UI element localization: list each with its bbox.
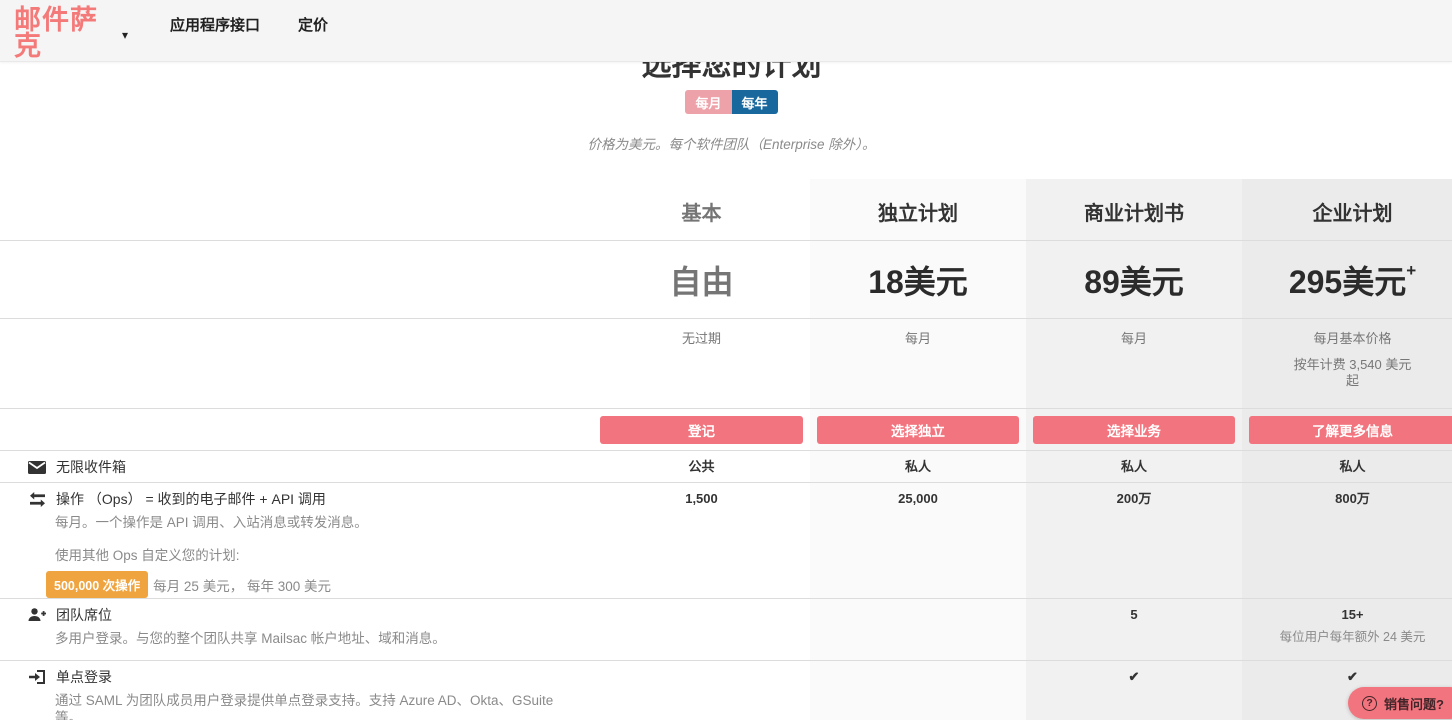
note-spacer [0, 319, 593, 408]
feature-title: 无限收件箱 [56, 459, 126, 475]
inboxes-basic: 公共 [688, 459, 715, 474]
cta-spacer [0, 409, 593, 450]
price-note-indie: 每月 [810, 319, 1026, 408]
ops-enterprise: 800万 [1242, 483, 1452, 598]
sign-in-icon [28, 670, 46, 684]
feature-title: 操作 （Ops） = 收到的电子邮件 + API 调用 [56, 491, 326, 507]
enterprise-learn-more-button[interactable]: 了解更多信息 [1249, 416, 1452, 444]
price-note-text: 无过期 [681, 331, 721, 346]
seats-basic [593, 599, 810, 660]
feature-header-cell [0, 179, 593, 240]
price-note-text: 每月基本价格 [1313, 331, 1392, 346]
ops-basic: 1,500 [685, 491, 718, 506]
plan-name-business: 商业计划书 [1026, 179, 1242, 240]
plan-name-enterprise: 企业计划 [1242, 179, 1452, 240]
toggle-monthly[interactable]: 每月 [685, 90, 732, 114]
price-note-text: 每月 [1120, 331, 1147, 346]
choose-business-button[interactable]: 选择业务 [1033, 416, 1235, 444]
sso-indie [810, 661, 1026, 720]
sales-chat-label: 销售问题? [1384, 696, 1444, 712]
signup-button[interactable]: 登记 [600, 416, 803, 444]
seats-enterprise-note: 每位用户每年额外 24 美元 [1279, 630, 1426, 644]
price-indie: 18美元 [810, 241, 1026, 318]
price-enterprise-plus: + [1406, 260, 1417, 280]
feature-row-ops: 操作 （Ops） = 收到的电子邮件 + API 调用 每月。一个操作是 API… [0, 482, 1452, 598]
price-note-enterprise: 每月基本价格 按年计费 3,540 美元起 [1242, 319, 1452, 408]
nav-item-pricing[interactable]: 定价 [292, 14, 334, 35]
pricing-subtitle: 价格为美元。每个软件团队（Enterprise 除外）。 [587, 137, 876, 152]
ops-badge[interactable]: 500,000 次操作 [46, 571, 149, 598]
question-circle-icon: ? [1362, 695, 1378, 711]
seats-enterprise: 15+ 每位用户每年额外 24 美元 [1242, 599, 1452, 660]
price-note-annual: 按年计费 3,540 美元起 [1293, 357, 1412, 388]
seats-indie [810, 599, 1026, 660]
logo-group: 邮件萨克 ▾ [0, 0, 128, 59]
exchange-arrows-icon [28, 491, 46, 507]
ops-business: 200万 [1026, 483, 1242, 598]
price-note-basic: 无过期 [593, 319, 810, 408]
logo[interactable]: 邮件萨克 [14, 0, 114, 59]
ops-indie: 25,000 [810, 483, 1026, 598]
price-note-text: 每月 [904, 331, 931, 346]
price-basic: 自由 [669, 263, 734, 300]
plan-name-indie: 独立计划 [810, 179, 1026, 240]
toggle-yearly[interactable]: 每年 [731, 90, 778, 114]
nav-item-api[interactable]: 应用程序接口 [164, 14, 266, 35]
sso-basic [593, 661, 810, 720]
feature-row-inboxes: 无限收件箱 公共 私人 私人 私人 [0, 450, 1452, 482]
price-business: 89美元 [1026, 241, 1242, 318]
seats-enterprise-value: 15+ [1341, 607, 1364, 622]
plan-note-row: 无过期 每月 每月 每月基本价格 按年计费 3,540 美元起 [0, 318, 1452, 408]
feature-description: 多用户登录。与您的整个团队共享 Mailsac 帐户地址、域和消息。 [55, 631, 446, 646]
feature-row-team-seats: 团队席位 多用户登录。与您的整个团队共享 Mailsac 帐户地址、域和消息。 … [0, 598, 1452, 660]
inboxes-indie: 私人 [810, 451, 1026, 482]
choose-indie-button[interactable]: 选择独立 [817, 416, 1019, 444]
user-plus-icon [28, 608, 46, 622]
feature-description: 通过 SAML 为团队成员用户登录提供单点登录支持。支持 Azure AD、Ok… [55, 693, 554, 720]
feature-row-sso: 单点登录 通过 SAML 为团队成员用户登录提供单点登录支持。支持 Azure … [0, 660, 1452, 720]
sales-chat-button[interactable]: ? 销售问题? [1348, 687, 1452, 719]
envelope-icon [28, 460, 46, 474]
ops-badge-note: 每月 25 美元， 每年 300 美元 [153, 578, 331, 594]
inboxes-business: 私人 [1026, 451, 1242, 482]
price-spacer [0, 241, 593, 318]
navbar: 邮件萨克 ▾ 应用程序接口 定价 [0, 0, 1452, 62]
feature-description: 每月。一个操作是 API 调用、入站消息或转发消息。 [55, 515, 368, 530]
nav-links: 应用程序接口 定价 [164, 0, 334, 35]
ops-custom-label: 使用其他 Ops 自定义您的计划: [55, 548, 240, 563]
plan-cta-row: 登记 选择独立 选择业务 了解更多信息 [0, 408, 1452, 450]
check-icon: ✔ [1128, 669, 1140, 684]
page-content: 选择您的计划 每月 每年 价格为美元。每个软件团队（Enterprise 除外）… [0, 48, 1452, 720]
feature-title: 单点登录 [56, 669, 112, 685]
pricing-table: 基本 独立计划 商业计划书 企业计划 自由 18美元 89美元 295美元 + 无… [0, 179, 1452, 720]
plan-header-row: 基本 独立计划 商业计划书 企业计划 [0, 179, 1452, 240]
plan-price-row: 自由 18美元 89美元 295美元 + [0, 240, 1452, 318]
inboxes-enterprise: 私人 [1242, 451, 1452, 482]
price-note-business: 每月 [1026, 319, 1242, 408]
price-enterprise: 295美元 + [1242, 241, 1452, 318]
price-enterprise-value: 295美元 [1288, 263, 1407, 300]
feature-title: 团队席位 [56, 607, 112, 623]
seats-business: 5 [1026, 599, 1242, 660]
plan-name-basic: 基本 [681, 203, 722, 225]
billing-toggle: 每月 每年 [0, 90, 1452, 114]
caret-down-icon[interactable]: ▾ [122, 28, 128, 59]
hero-section: 选择您的计划 每月 每年 价格为美元。每个软件团队（Enterprise 除外）… [0, 48, 1452, 153]
check-icon: ✔ [1347, 669, 1358, 684]
